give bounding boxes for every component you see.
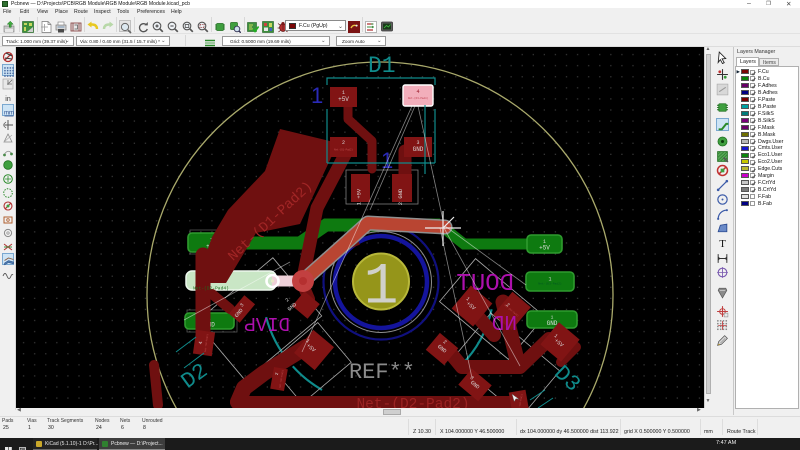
svg-text:Net-(D1-Pad2): Net-(D1-Pad2) [334, 149, 353, 152]
svg-text:Net-(D3-Pad4): Net-(D3-Pad4) [408, 96, 429, 100]
svg-text:GND: GND [413, 146, 424, 153]
svg-text:D1: D1 [368, 53, 396, 79]
svg-text:2 GND: 2 GND [397, 188, 404, 205]
svg-text:1 +5V: 1 +5V [356, 188, 363, 205]
svg-text:ND: ND [492, 314, 517, 337]
svg-text:mm: mm [4, 111, 14, 117]
svg-text:+5V: +5V [539, 244, 550, 251]
svg-text:REF**: REF** [349, 360, 415, 385]
svg-text:DIVЬ: DIVЬ [244, 315, 290, 337]
svg-text:T: T [719, 237, 726, 248]
svg-text:2: 2 [342, 140, 345, 146]
svg-text:+5V: +5V [338, 96, 349, 103]
svg-text:1: 1 [364, 256, 399, 321]
svg-text:DOUT: DOUT [456, 271, 514, 298]
svg-text:in: in [5, 96, 11, 103]
svg-text:1: 1 [311, 83, 323, 108]
svg-text:Net-(D2-Pad4): Net-(D2-Pad4) [193, 286, 229, 292]
svg-text:Net-(D3-Pad2): Net-(D3-Pad2) [538, 281, 562, 285]
svg-text:Net-(D2-Pad2): Net-(D2-Pad2) [356, 397, 469, 408]
